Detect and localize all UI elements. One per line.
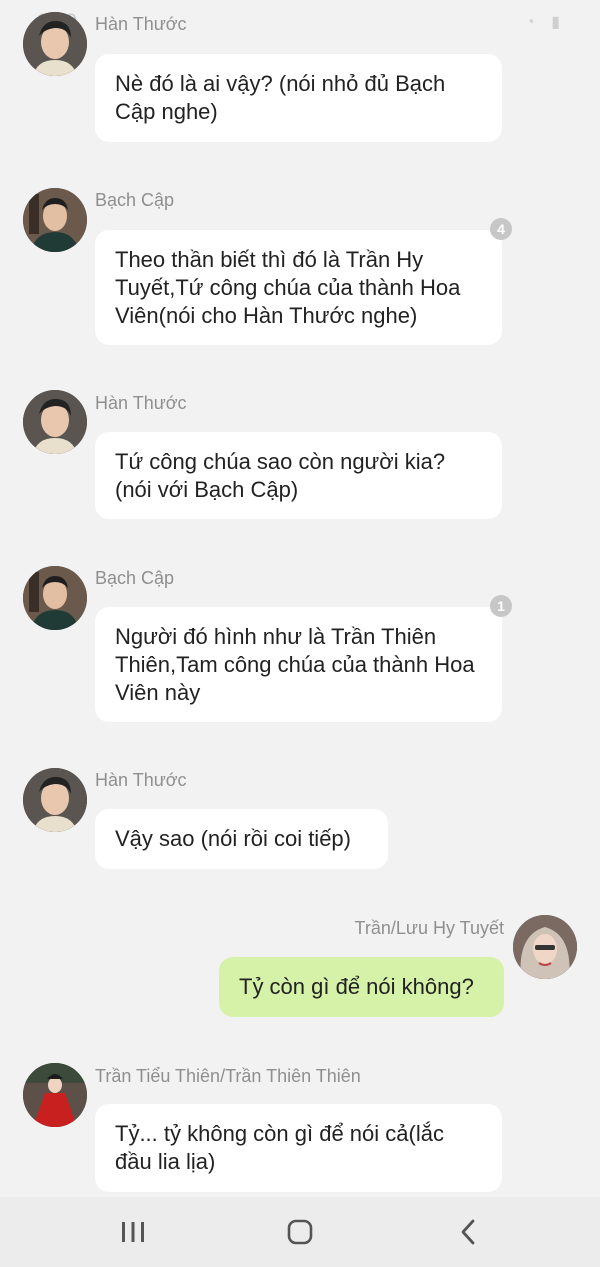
back-icon[interactable] bbox=[448, 1215, 488, 1249]
unread-count-badge: 1 bbox=[490, 595, 512, 617]
sender-name: Hàn Thước bbox=[95, 14, 187, 34]
thien-thien-avatar[interactable] bbox=[23, 1063, 87, 1127]
sender-name: Hàn Thước bbox=[95, 393, 187, 413]
bach-cap-avatar[interactable] bbox=[23, 188, 87, 252]
han-thuoc-avatar[interactable] bbox=[23, 12, 87, 76]
status-icons: ◔ ▮ bbox=[525, 14, 566, 31]
han-thuoc-avatar[interactable] bbox=[23, 768, 87, 832]
message-bubble[interactable]: Vậy sao (nói rồi coi tiếp) bbox=[95, 809, 388, 869]
home-icon[interactable] bbox=[280, 1215, 320, 1249]
sender-name: Trần/Lưu Hy Tuyết bbox=[354, 918, 504, 938]
message-bubble[interactable]: Tỷ... tỷ không còn gì để nói cả(lắc đầu … bbox=[95, 1104, 502, 1192]
hy-tuyet-avatar[interactable] bbox=[513, 915, 577, 979]
message-bubble[interactable]: Tỷ còn gì để nói không? bbox=[219, 957, 504, 1017]
message-bubble[interactable]: Theo thần biết thì đó là Trần Hy Tuyết,T… bbox=[95, 230, 502, 345]
han-thuoc-avatar[interactable] bbox=[23, 390, 87, 454]
status-bar: 17:0 ◔ ▮ bbox=[0, 0, 600, 40]
sender-name: Bạch Cập bbox=[95, 568, 175, 588]
bach-cap-avatar[interactable] bbox=[23, 566, 87, 630]
unread-count-badge: 4 bbox=[490, 218, 512, 240]
message-bubble[interactable]: Người đó hình như là Trần Thiên Thiên,Ta… bbox=[95, 607, 502, 722]
message-bubble[interactable]: Nè đó là ai vậy? (nói nhỏ đủ Bạch Cập ng… bbox=[95, 54, 502, 142]
navigation-bar bbox=[0, 1197, 600, 1267]
message-bubble[interactable]: Tứ công chúa sao còn người kia? (nói với… bbox=[95, 432, 502, 519]
recent-apps-icon[interactable] bbox=[113, 1215, 153, 1249]
sender-name: Hàn Thước bbox=[95, 770, 187, 790]
sender-name: Trần Tiểu Thiên/Trần Thiên Thiên bbox=[95, 1066, 361, 1086]
sender-name: Bạch Cập bbox=[95, 190, 175, 210]
